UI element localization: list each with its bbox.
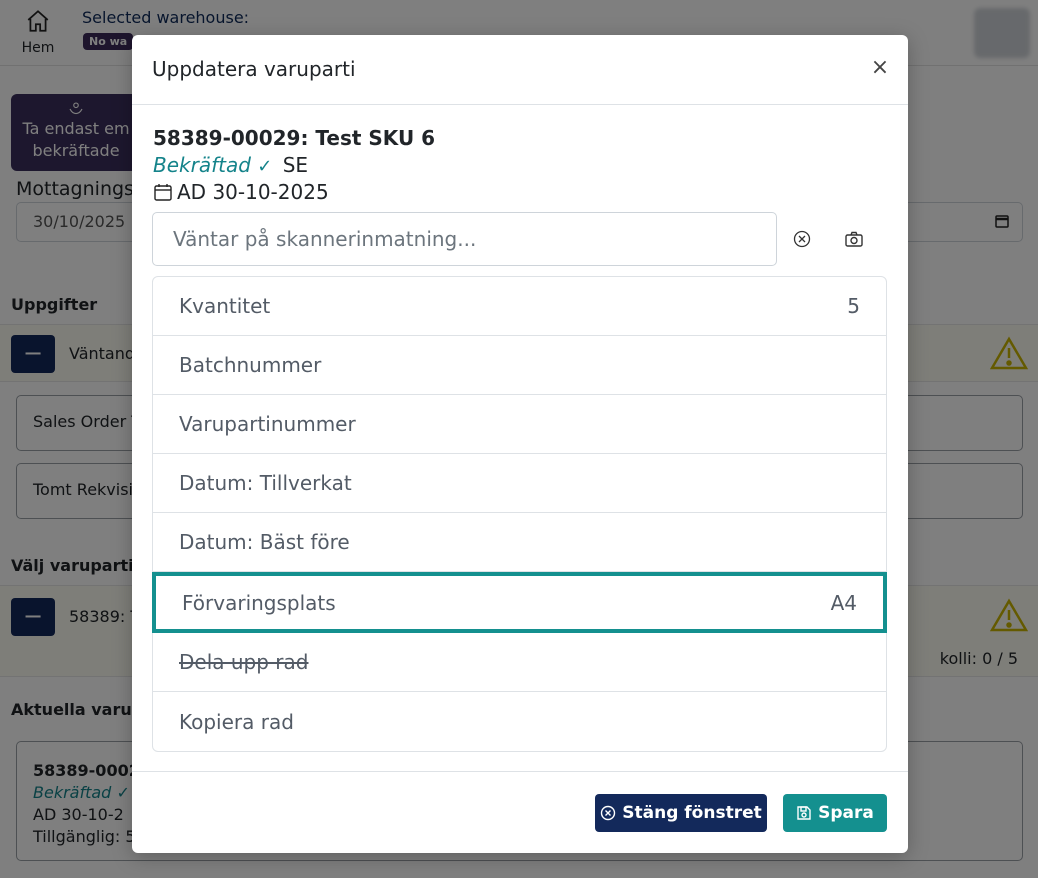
list-item-value: A4 [830, 590, 857, 615]
list-item-label: Batchnummer [179, 353, 322, 377]
country-code: SE [282, 153, 309, 177]
list-item-label: Dela upp rad [179, 650, 309, 674]
clear-circle-icon[interactable] [792, 229, 812, 249]
check-icon: ✓ [257, 156, 273, 177]
calendar-icon [154, 184, 172, 201]
close-icon[interactable]: × [870, 55, 890, 80]
list-item-value: 5 [847, 294, 860, 318]
save-label: Spara [818, 803, 874, 823]
close-circle-icon [601, 805, 616, 821]
list-item-batch-number[interactable]: Batchnummer [153, 336, 886, 395]
close-window-label: Stäng fönstret [622, 803, 762, 823]
save-icon [797, 806, 811, 820]
save-button[interactable]: Spara [783, 794, 887, 832]
sku-title: 58389-00029: Test SKU 6 [153, 126, 436, 150]
modal-title: Uppdatera varuparti [152, 57, 356, 81]
list-item-best-before[interactable]: Datum: Bäst före [153, 513, 886, 572]
list-item-quantity[interactable]: Kvantitet 5 [153, 277, 886, 336]
list-item-manufactured-date[interactable]: Datum: Tillverkat [153, 454, 886, 513]
list-item-lot-number[interactable]: Varupartinummer [153, 395, 886, 454]
list-item-copy-row[interactable]: Kopiera rad [153, 692, 886, 751]
list-item-split-row[interactable]: Dela upp rad [153, 633, 886, 692]
status-line: Bekräftad ✓ SE [153, 153, 308, 177]
modal-footer: Stäng fönstret Spara [132, 771, 908, 853]
camera-icon[interactable] [844, 229, 864, 249]
list-item-label: Förvaringsplats [182, 590, 336, 615]
list-item-label: Datum: Tillverkat [179, 471, 352, 495]
list-item-label: Kvantitet [179, 294, 271, 318]
list-item-label: Datum: Bäst före [179, 530, 350, 554]
list-item-label: Varupartinummer [179, 412, 356, 436]
status-text: Bekräftad [153, 153, 251, 177]
update-batch-modal: Uppdatera varuparti × 58389-00029: Test … [132, 35, 908, 853]
scanner-input[interactable] [152, 212, 777, 266]
close-window-button[interactable]: Stäng fönstret [595, 794, 767, 832]
date-text: AD 30-10-2025 [177, 180, 329, 204]
list-item-storage-location[interactable]: Förvaringsplats A4 [152, 572, 887, 633]
modal-header: Uppdatera varuparti × [132, 35, 908, 105]
date-line: AD 30-10-2025 [153, 180, 329, 204]
list-item-label: Kopiera rad [179, 709, 294, 734]
batch-fields-list: Kvantitet 5 Batchnummer Varupartinummer … [152, 276, 887, 752]
